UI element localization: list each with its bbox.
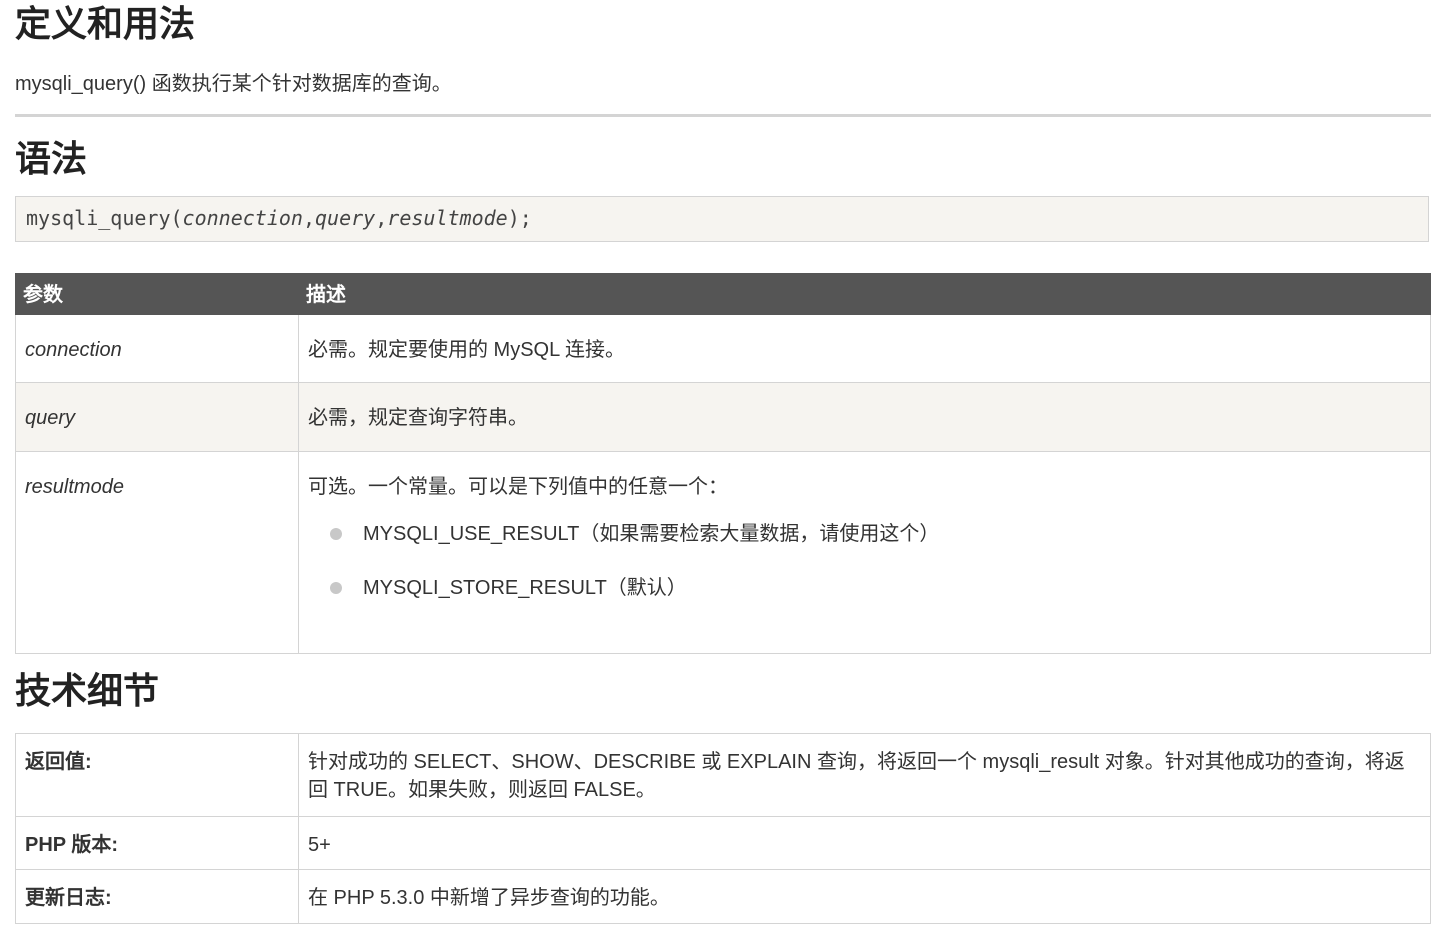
param-description: 必需，规定查询字符串。 bbox=[298, 382, 1431, 452]
column-header-param: 参数 bbox=[15, 273, 299, 315]
bullet-icon bbox=[330, 582, 342, 594]
option-text: MYSQLI_USE_RESULT（如果需要检索大量数据，请使用这个） bbox=[363, 523, 940, 545]
detail-value: 在 PHP 5.3.0 中新增了异步查询的功能。 bbox=[298, 869, 1431, 924]
definition-text: mysqli_query() 函数执行某个针对数据库的查询。 bbox=[15, 73, 452, 95]
list-item: MYSQLI_USE_RESULT（如果需要检索大量数据，请使用这个） bbox=[308, 520, 1421, 574]
code-function-name: mysqli_query( bbox=[26, 206, 183, 230]
detail-value: 5+ bbox=[298, 816, 1431, 870]
table-row: resultmode 可选。一个常量。可以是下列值中的任意一个： MYSQLI_… bbox=[15, 451, 1431, 654]
detail-label: PHP 版本: bbox=[15, 816, 299, 870]
code-closing: ); bbox=[507, 206, 532, 230]
bullet-icon bbox=[330, 528, 342, 540]
option-text: MYSQLI_STORE_RESULT（默认） bbox=[363, 577, 687, 599]
table-row: PHP 版本: 5+ bbox=[15, 816, 1431, 870]
param-name: connection bbox=[15, 314, 299, 383]
table-row: connection 必需。规定要使用的 MySQL 连接。 bbox=[15, 314, 1431, 383]
param-description: 必需。规定要使用的 MySQL 连接。 bbox=[298, 314, 1431, 383]
option-list: MYSQLI_USE_RESULT（如果需要检索大量数据，请使用这个） MYSQ… bbox=[308, 520, 1421, 628]
param-description-cell: 可选。一个常量。可以是下列值中的任意一个： MYSQLI_USE_RESULT（… bbox=[298, 451, 1431, 654]
definition-heading: 定义和用法 bbox=[15, 4, 196, 45]
param-description: 可选。一个常量。可以是下列值中的任意一个： bbox=[308, 476, 728, 498]
detail-label: 返回值: bbox=[15, 733, 299, 817]
code-param-query: query bbox=[315, 206, 376, 230]
table-row: 返回值: 针对成功的 SELECT、SHOW、DESCRIBE 或 EXPLAI… bbox=[15, 733, 1431, 817]
detail-value: 针对成功的 SELECT、SHOW、DESCRIBE 或 EXPLAIN 查询，… bbox=[298, 733, 1431, 817]
section-divider bbox=[15, 114, 1431, 117]
code-param-resultmode: resultmode bbox=[387, 206, 508, 230]
detail-label: 更新日志: bbox=[15, 869, 299, 924]
column-header-description: 描述 bbox=[298, 273, 1431, 315]
table-row: 更新日志: 在 PHP 5.3.0 中新增了异步查询的功能。 bbox=[15, 869, 1431, 924]
table-header-row: 参数 描述 bbox=[15, 273, 1431, 315]
table-row: query 必需，规定查询字符串。 bbox=[15, 382, 1431, 452]
syntax-heading: 语法 bbox=[15, 139, 88, 180]
param-name: resultmode bbox=[15, 451, 299, 654]
param-name: query bbox=[15, 382, 299, 452]
code-separator: , bbox=[302, 206, 316, 230]
syntax-code-block: mysqli_query(connection,query,resultmode… bbox=[15, 196, 1429, 242]
technical-details-table: 返回值: 针对成功的 SELECT、SHOW、DESCRIBE 或 EXPLAI… bbox=[15, 733, 1431, 924]
parameters-table: 参数 描述 connection 必需。规定要使用的 MySQL 连接。 que… bbox=[15, 273, 1431, 654]
list-item: MYSQLI_STORE_RESULT（默认） bbox=[308, 574, 1421, 628]
code-param-connection: connection bbox=[182, 206, 303, 230]
technical-details-heading: 技术细节 bbox=[15, 671, 160, 712]
code-separator: , bbox=[375, 206, 388, 230]
